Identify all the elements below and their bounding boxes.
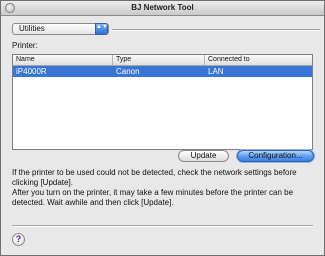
info-line-2: After you turn on the printer, it may ta… <box>12 188 294 207</box>
column-header-connected-to[interactable]: Connected to <box>205 55 312 65</box>
cell-type: Canon <box>116 67 140 76</box>
info-text: If the printer to be used could not be d… <box>12 168 316 208</box>
popup-arrows-icon: ▲▼ <box>95 23 108 35</box>
help-icon[interactable]: ? <box>12 233 25 246</box>
menu-area: Utilities ▲▼ <box>12 23 320 37</box>
window-title: BJ Network Tool <box>131 3 194 12</box>
printer-table: Name Type Connected to iP4000R Canon LAN <box>12 54 313 150</box>
table-header: Name Type Connected to <box>13 55 312 66</box>
info-line-1: If the printer to be used could not be d… <box>12 168 297 187</box>
bottom-divider <box>12 225 313 227</box>
cell-name: iP4000R <box>16 67 47 76</box>
popup-selected-value: Utilities <box>19 24 45 33</box>
column-header-name[interactable]: Name <box>13 55 113 65</box>
bj-network-tool-window: BJ Network Tool Utilities ▲▼ Printer: Na… <box>0 0 325 256</box>
close-button[interactable] <box>5 3 15 13</box>
printer-label: Printer: <box>12 41 38 50</box>
utilities-popup-menu[interactable]: Utilities ▲▼ <box>12 23 109 35</box>
column-header-type[interactable]: Type <box>113 55 205 65</box>
update-button[interactable]: Update <box>178 150 229 162</box>
title-bar[interactable]: BJ Network Tool <box>1 1 324 16</box>
table-row[interactable]: iP4000R Canon LAN <box>13 66 312 77</box>
cell-connected-to: LAN <box>208 67 224 76</box>
menu-divider <box>112 29 320 31</box>
configuration-button[interactable]: Configuration... <box>237 150 314 162</box>
